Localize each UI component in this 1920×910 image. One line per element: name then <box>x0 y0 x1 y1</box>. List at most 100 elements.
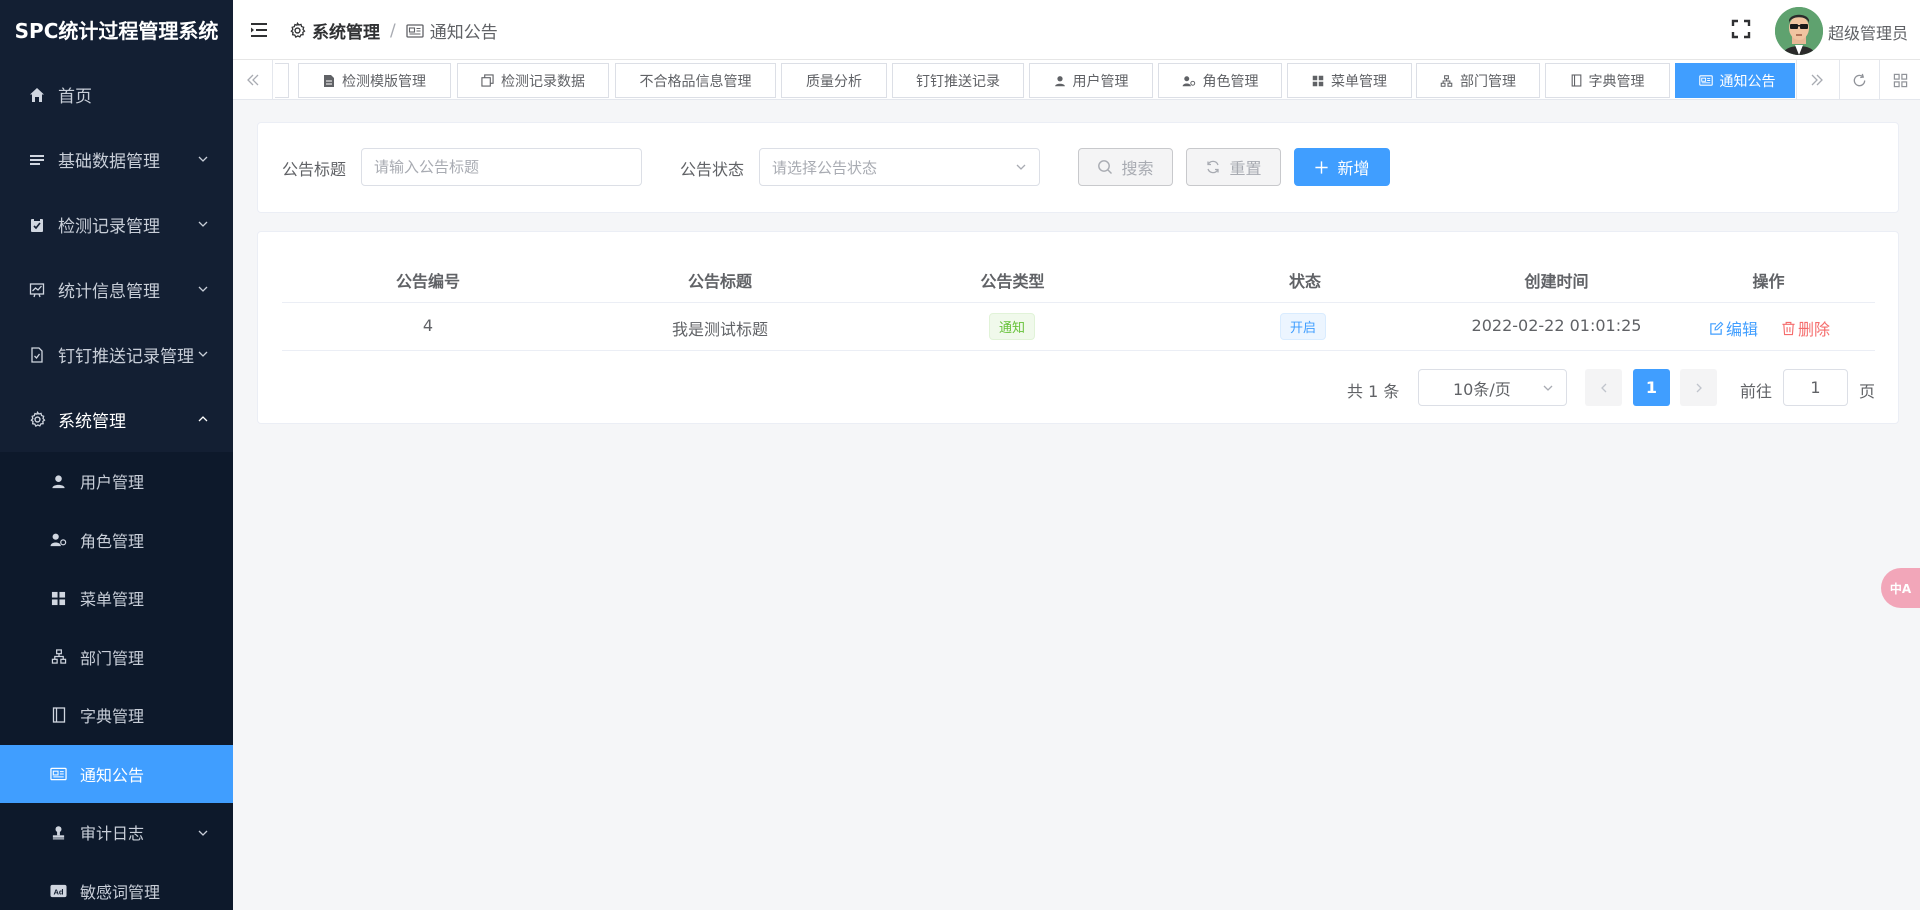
sidebar-item-users[interactable]: 用户管理 <box>0 452 233 511</box>
sidebar: SPC统计过程管理系统 首页 基础数据管理 检测记录管理 统计信息管理 钉钉推送… <box>0 0 233 910</box>
sidebar-item-home[interactable]: 首页 <box>0 62 233 127</box>
refresh-icon <box>1207 160 1220 174</box>
gear-icon <box>28 411 46 429</box>
reset-button-label: 重置 <box>1229 159 1262 178</box>
clipboard-check-icon <box>28 216 46 234</box>
home-icon <box>28 86 46 104</box>
search-button-label: 搜索 <box>1121 159 1154 178</box>
refresh-icon[interactable] <box>1839 60 1879 100</box>
sidebar-item-dingtalk[interactable]: 钉钉推送记录管理 <box>0 322 233 387</box>
username[interactable]: 超级管理员 <box>1828 20 1908 44</box>
role-icon <box>1182 75 1195 86</box>
page-size-select[interactable]: 10条/页 <box>1418 369 1567 406</box>
tab-menu-management[interactable]: 菜单管理 <box>1287 63 1412 98</box>
tab-label: 不合格品信息管理 <box>639 73 752 90</box>
goto-label: 前往 <box>1740 382 1773 401</box>
sidebar-item-system[interactable]: 系统管理 <box>0 387 233 452</box>
list-icon <box>28 151 46 169</box>
app-logo-title: SPC统计过程管理系统 <box>14 19 219 43</box>
tab-label: 部门管理 <box>1460 73 1516 90</box>
tab-label: 菜单管理 <box>1331 73 1387 90</box>
next-page-button[interactable] <box>1680 369 1717 406</box>
search-form-card: 公告标题 公告状态 请选择公告状态 搜索 重置 新增 <box>257 122 1899 213</box>
notice-icon <box>50 765 67 782</box>
chevron-down-icon <box>198 221 208 227</box>
notice-icon <box>406 23 424 38</box>
sidebar-item-label: 首页 <box>58 87 92 107</box>
tree-icon <box>50 648 67 665</box>
tab-nonconforming[interactable]: 不合格品信息管理 <box>615 63 776 98</box>
status-select-placeholder: 请选择公告状态 <box>772 158 878 177</box>
prev-page-button[interactable] <box>1585 369 1622 406</box>
translate-float-button[interactable]: 中A <box>1881 568 1920 608</box>
column-header-status: 状态 <box>1288 272 1321 291</box>
grid-icon <box>50 590 67 607</box>
chevron-left-icon <box>1600 383 1606 392</box>
sidebar-item-roles[interactable]: 角色管理 <box>0 511 233 570</box>
chevron-down-icon <box>198 351 208 357</box>
edit-button[interactable]: 编辑 <box>1709 316 1758 340</box>
avatar[interactable] <box>1775 7 1823 55</box>
page-size-label: 10条/页 <box>1453 379 1511 399</box>
tab-department-management[interactable]: 部门管理 <box>1416 63 1540 98</box>
reset-button[interactable]: 重置 <box>1186 148 1281 186</box>
sidebar-item-basic-data[interactable]: 基础数据管理 <box>0 127 233 192</box>
chevron-up-icon <box>198 416 208 422</box>
sidebar-item-inspection[interactable]: 检测记录管理 <box>0 192 233 257</box>
tab-quality-analysis[interactable]: 质量分析 <box>781 63 887 98</box>
page-suffix: 页 <box>1859 382 1876 401</box>
sidebar-item-label: 通知公告 <box>80 765 145 785</box>
sidebar-item-dictionary[interactable]: 字典管理 <box>0 686 233 745</box>
breadcrumb-separator: / <box>390 20 396 41</box>
tab-dictionary-management[interactable]: 字典管理 <box>1545 63 1670 98</box>
sidebar-item-label: 敏感词管理 <box>80 882 161 902</box>
edit-icon <box>1710 321 1724 335</box>
chevron-down-icon <box>198 286 208 292</box>
tab-inspection-template[interactable]: 检测模版管理 <box>298 63 451 98</box>
type-tag: 通知 <box>989 313 1036 340</box>
breadcrumb-label: 通知公告 <box>429 23 498 43</box>
sidebar-item-sensitive-words[interactable]: Ad 敏感词管理 <box>0 862 233 910</box>
sidebar-item-label: 字典管理 <box>80 707 145 727</box>
sidebar-item-notice[interactable]: 通知公告 <box>0 744 233 803</box>
tab-role-management[interactable]: 角色管理 <box>1158 63 1282 98</box>
status-select[interactable]: 请选择公告状态 <box>759 148 1040 186</box>
sidebar-item-label: 审计日志 <box>80 824 145 844</box>
tab-notice[interactable]: 通知公告 <box>1675 63 1795 98</box>
notice-icon <box>1698 75 1713 86</box>
book-icon <box>1571 74 1581 87</box>
tree-icon <box>1440 74 1453 87</box>
title-search-input[interactable] <box>361 148 642 186</box>
hamburger-menu-icon[interactable] <box>249 20 269 40</box>
svg-text:Ad: Ad <box>53 887 63 896</box>
plus-icon <box>1315 160 1329 174</box>
sidebar-item-audit-log[interactable]: 审计日志 <box>0 803 233 862</box>
tab-inspection-records[interactable]: 检测记录数据 <box>457 63 609 98</box>
tab-label: 钉钉推送记录 <box>916 73 1000 90</box>
fullscreen-icon[interactable] <box>1730 18 1752 40</box>
breadcrumb-item-system[interactable]: 系统管理 <box>289 18 380 43</box>
goto-page-input[interactable] <box>1783 369 1848 406</box>
user-icon <box>1054 75 1065 86</box>
tabs-menu-grid-icon[interactable] <box>1879 60 1920 100</box>
page-number-current[interactable]: 1 <box>1633 369 1670 406</box>
tab-user-management[interactable]: 用户管理 <box>1029 63 1153 98</box>
tab-label: 角色管理 <box>1202 73 1259 90</box>
tabs-scroll-left-icon[interactable] <box>233 60 273 100</box>
tabs-scroll-right-icon[interactable] <box>1796 60 1836 100</box>
breadcrumb-label: 系统管理 <box>312 23 380 43</box>
search-button[interactable]: 搜索 <box>1078 148 1173 186</box>
stamp-icon <box>50 824 67 841</box>
tab-hidden-partial[interactable] <box>275 63 289 98</box>
sidebar-item-menus[interactable]: 菜单管理 <box>0 569 233 628</box>
header-divider <box>282 302 1875 303</box>
tags-view-bar: 检测模版管理 检测记录数据 不合格品信息管理 质量分析 钉钉推送记录 用户管理 … <box>233 60 1920 100</box>
sidebar-item-statistics[interactable]: 统计信息管理 <box>0 257 233 322</box>
sidebar-item-label: 角色管理 <box>80 531 145 551</box>
tab-dingtalk-records[interactable]: 钉钉推送记录 <box>892 63 1024 98</box>
delete-button[interactable]: 删除 <box>1781 316 1830 340</box>
document-icon <box>324 74 334 87</box>
title-label: 公告标题 <box>282 160 347 179</box>
add-button[interactable]: 新增 <box>1294 148 1390 186</box>
sidebar-item-departments[interactable]: 部门管理 <box>0 628 233 687</box>
